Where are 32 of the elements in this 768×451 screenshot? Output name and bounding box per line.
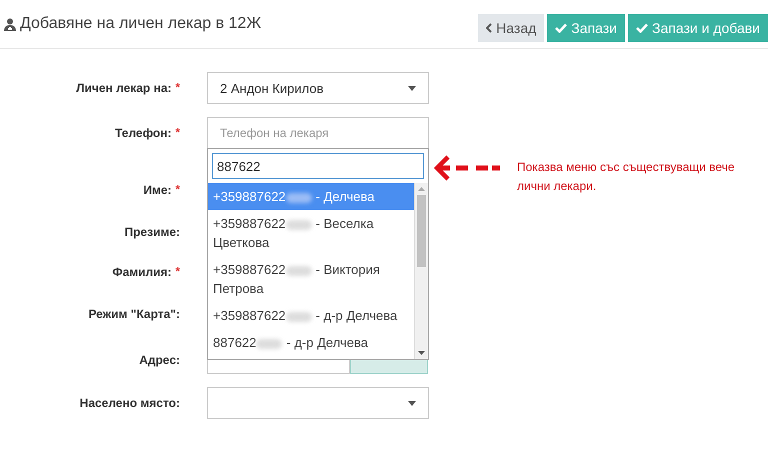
- field-label: Име:: [142, 182, 172, 199]
- scroll-down-icon[interactable]: [418, 351, 425, 355]
- caret-icon: [408, 86, 416, 90]
- scrollbar[interactable]: [414, 183, 428, 359]
- dashed-arrow: [434, 155, 502, 181]
- annotation-note: Показва меню със съществуващи вече лични лекари.: [517, 159, 736, 195]
- page-title: Добавяне на личен лекар в 12Ж: [20, 15, 262, 33]
- caret-icon: [408, 400, 416, 406]
- scroll-up-icon[interactable]: [418, 187, 425, 191]
- field-label: Фамилия:: [111, 264, 172, 281]
- dropdown-search-field[interactable]: 887622: [212, 153, 424, 179]
- field-label: Режим "Карта":: [87, 306, 180, 323]
- select-field[interactable]: [207, 387, 429, 419]
- required-mark: *: [176, 183, 180, 198]
- dropdown-option[interactable]: +359887622 - д-р Делчева: [208, 302, 414, 329]
- field-label: Телефон:: [114, 125, 172, 142]
- required-mark: *: [176, 81, 180, 96]
- field-label: Презиме:: [123, 224, 180, 241]
- check-icon: [555, 23, 568, 33]
- doctor-icon: [4, 18, 16, 30]
- select-field[interactable]: 2 Андон Кирилов: [207, 72, 429, 104]
- field-label: Личен лекар на:: [75, 80, 172, 97]
- field-label: Населено място:: [78, 395, 180, 412]
- check-icon: [636, 23, 648, 33]
- chevron-left-icon: [486, 23, 492, 33]
- dropdown-option[interactable]: +359887622 - Веселка Цветкова: [208, 210, 414, 256]
- required-mark: *: [176, 126, 180, 141]
- dropdown-option[interactable]: 887622 - д-р Делчева: [208, 329, 414, 356]
- required-mark: *: [176, 265, 180, 280]
- field-label: Адрес:: [138, 352, 180, 369]
- back-button[interactable]: Назад: [478, 14, 544, 42]
- dropdown-option[interactable]: +359887622 - Виктория Петрова: [208, 256, 414, 302]
